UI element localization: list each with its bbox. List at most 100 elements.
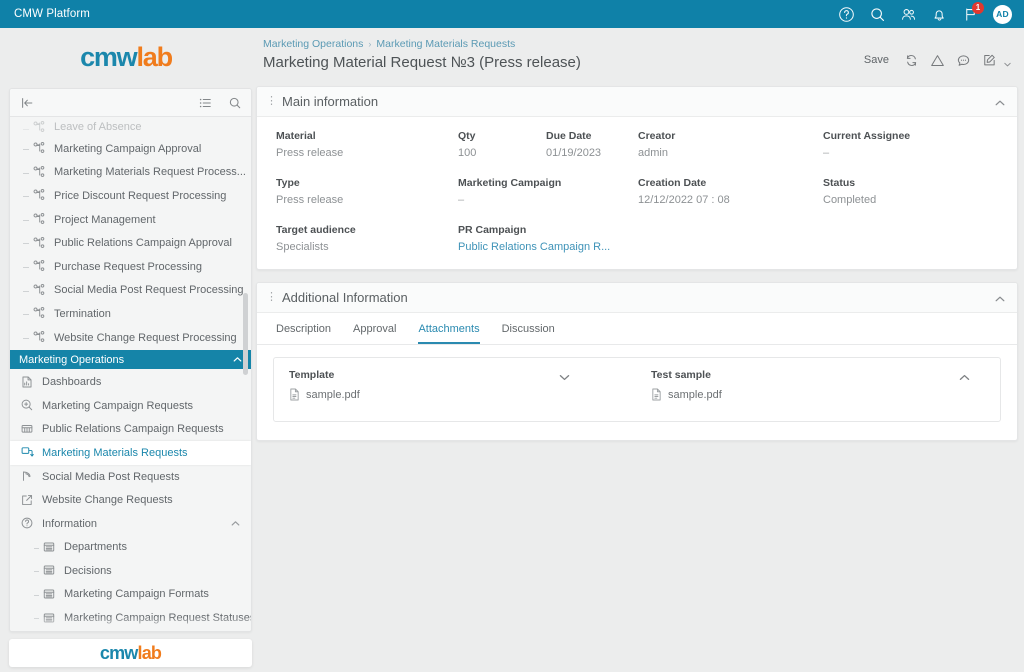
sidebar-search-icon[interactable] — [228, 96, 242, 110]
sidebar-item-leave-of-absence[interactable]: Leave of Absence — [10, 117, 251, 137]
attachment-group-test-sample: Test sample sample.pdf — [629, 369, 984, 401]
comment-bubble-icon[interactable] — [956, 53, 971, 68]
tab-attachments[interactable]: Attachments — [418, 323, 480, 344]
process-icon — [32, 212, 47, 227]
sidebar-item-list[interactable]: Leave of Absence Marketing Campaign Appr… — [10, 117, 251, 631]
sidebar-item-marketing-campaign-formats[interactable]: Marketing Campaign Formats — [10, 583, 251, 607]
additional-information-title: Additional Information — [282, 290, 408, 305]
sidebar-item-decisions[interactable]: Decisions — [10, 559, 251, 583]
attachment-file-item[interactable]: sample.pdf — [289, 388, 629, 401]
tree-line — [23, 172, 29, 174]
tab-approval[interactable]: Approval — [353, 323, 396, 344]
table-icon — [42, 611, 57, 626]
collapse-sidebar-icon[interactable] — [20, 96, 34, 110]
chevron-up-icon[interactable] — [230, 518, 241, 529]
tab-discussion[interactable]: Discussion — [502, 323, 555, 344]
sidebar-item-social-media-post-request-processing[interactable]: Social Media Post Request Processing — [10, 279, 251, 303]
sidebar-item-website-change-requests[interactable]: Website Change Requests — [10, 488, 251, 512]
logo-text-lab: lab — [137, 642, 162, 663]
sidebar-item-label: Website Change Requests — [42, 494, 173, 507]
help-icon[interactable] — [838, 6, 855, 23]
sidebar-item-marketing-materials-request-process[interactable]: Marketing Materials Request Process... — [10, 161, 251, 185]
tree-line — [23, 149, 29, 150]
chevron-up-icon[interactable] — [994, 292, 1006, 304]
chevron-down-icon[interactable] — [1003, 56, 1012, 66]
footer-brand: cmwlab — [9, 639, 252, 667]
tab-description[interactable]: Description — [276, 323, 331, 344]
avatar[interactable]: AD — [993, 4, 1012, 24]
edit-icon[interactable] — [982, 53, 997, 68]
logo-text-cmw: cmw — [80, 41, 138, 72]
chevron-up-icon[interactable] — [958, 371, 971, 384]
list-view-icon[interactable] — [198, 96, 212, 110]
sidebar-item-marketing-materials[interactable]: Marketing Materials — [10, 630, 251, 631]
sidebar-item-price-discount-request-processing[interactable]: Price Discount Request Processing — [10, 184, 251, 208]
people-icon[interactable] — [900, 6, 917, 23]
sidebar-item-label: Public Relations Campaign Approval — [54, 237, 232, 250]
main-information-header[interactable]: ⋮ Main information — [257, 87, 1017, 117]
sidebar-item-marketing-materials-requests[interactable]: Marketing Materials Requests — [10, 441, 251, 465]
sidebar-item-public-relations-campaign-requests[interactable]: Public Relations Campaign Requests — [10, 418, 251, 442]
field-creation-date: Creation Date 12/12/2022 07 : 08 — [638, 177, 823, 206]
sidebar: Leave of Absence Marketing Campaign Appr… — [9, 88, 252, 632]
sidebar-section-information[interactable]: Information — [10, 512, 251, 536]
field-row: Target audience Specialists PR Campaign … — [257, 224, 1017, 253]
pdf-file-icon — [289, 388, 300, 401]
sidebar-item-label: Purchase Request Processing — [54, 260, 202, 273]
flag-badge-count: 1 — [972, 1, 984, 14]
sidebar-item-marketing-campaign-approval[interactable]: Marketing Campaign Approval — [10, 137, 251, 161]
search-icon[interactable] — [869, 6, 886, 23]
sidebar-item-label: Dashboards — [42, 376, 102, 389]
sidebar-item-marketing-campaign-requests[interactable]: Marketing Campaign Requests — [10, 394, 251, 418]
main-information-card: ⋮ Main information Material Press releas… — [256, 86, 1018, 270]
materials-icon — [20, 445, 35, 460]
chevron-up-icon[interactable] — [232, 354, 243, 365]
tree-line — [34, 547, 39, 549]
sidebar-item-termination[interactable]: Termination — [10, 302, 251, 326]
dashboard-icon — [20, 375, 35, 390]
flag-icon[interactable]: 1 — [962, 1, 984, 23]
save-button[interactable]: Save — [860, 52, 893, 68]
refresh-icon[interactable] — [904, 53, 919, 68]
field-current-assignee: Current Assignee – — [823, 130, 973, 159]
warning-triangle-icon[interactable] — [930, 53, 945, 68]
chevron-up-icon[interactable] — [994, 96, 1006, 108]
drag-handle-icon[interactable]: ⋮ — [266, 96, 277, 107]
field-label: Target audience — [276, 224, 356, 236]
breadcrumb-item-0[interactable]: Marketing Operations — [263, 38, 363, 50]
field-status: Status Completed — [823, 177, 973, 206]
pr-campaign-link[interactable]: Public Relations Campaign R... — [458, 241, 758, 253]
sidebar-item-website-change-request-processing[interactable]: Website Change Request Processing — [10, 326, 251, 350]
sidebar-item-label: Leave of Absence — [54, 121, 142, 133]
field-marketing-campaign: Marketing Campaign – — [458, 177, 638, 206]
sidebar-group-marketing-operations[interactable]: Marketing Operations — [10, 350, 251, 370]
additional-information-header[interactable]: ⋮ Additional Information — [257, 283, 1017, 313]
sidebar-item-marketing-campaign-request-statuses[interactable]: Marketing Campaign Request Statuses — [10, 606, 251, 630]
drag-handle-icon[interactable]: ⋮ — [266, 292, 277, 303]
tree-line — [34, 571, 39, 573]
process-icon — [32, 236, 47, 251]
field-label: Marketing Campaign — [458, 177, 562, 189]
cmw-lab-logo-footer: cmwlab — [100, 642, 162, 664]
sidebar-item-project-management[interactable]: Project Management — [10, 208, 251, 232]
tree-line — [23, 337, 29, 339]
field-target-audience: Target audience Specialists — [276, 224, 458, 253]
breadcrumb: Marketing Operations › Marketing Materia… — [263, 38, 1024, 50]
notifications-bell-icon[interactable] — [931, 6, 948, 23]
attachment-file-item[interactable]: sample.pdf — [651, 388, 984, 401]
tree-line — [23, 129, 29, 130]
chevron-down-icon[interactable] — [558, 371, 571, 384]
attachments-panel: Template sample.pdf Test sample sample.p… — [257, 345, 1017, 440]
field-qty: Qty 100 — [458, 130, 546, 159]
field-value: 01/19/2023 — [546, 147, 602, 159]
sidebar-item-public-relations-campaign-approval[interactable]: Public Relations Campaign Approval — [10, 231, 251, 255]
sidebar-item-social-media-post-requests[interactable]: Social Media Post Requests — [10, 465, 251, 489]
sidebar-item-label: Marketing Campaign Formats — [64, 588, 209, 601]
sidebar-scrollbar[interactable] — [243, 293, 248, 375]
breadcrumb-item-1[interactable]: Marketing Materials Requests — [376, 38, 515, 50]
sidebar-item-label: Marketing Materials Request Process... — [54, 166, 246, 179]
external-link-icon — [20, 493, 35, 508]
sidebar-item-dashboards[interactable]: Dashboards — [10, 370, 251, 394]
sidebar-item-purchase-request-processing[interactable]: Purchase Request Processing — [10, 255, 251, 279]
sidebar-item-departments[interactable]: Departments — [10, 536, 251, 560]
